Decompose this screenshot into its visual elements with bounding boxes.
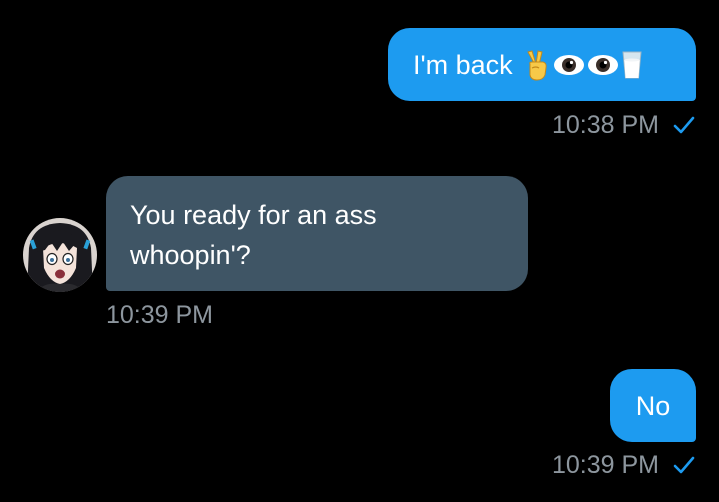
timestamp-text: 10:39 PM: [551, 451, 659, 479]
sent-check-icon: [673, 456, 695, 474]
victory-hand-icon: [526, 49, 547, 81]
eye-icon: [553, 54, 584, 75]
eye-icon: [587, 54, 618, 75]
message-timestamp: 10:39 PM: [106, 300, 213, 330]
incoming-message-bubble[interactable]: You ready for an ass whoopin'?: [106, 176, 528, 291]
glass-of-milk-icon: [622, 51, 642, 78]
message-timestamp: 10:38 PM: [552, 110, 695, 140]
message-text: I'm back: [413, 49, 513, 80]
outgoing-message-bubble[interactable]: No: [610, 369, 696, 442]
sent-check-icon: [673, 116, 695, 134]
message-timestamp: 10:39 PM: [552, 450, 695, 480]
outgoing-message-bubble[interactable]: I'm back: [388, 28, 696, 101]
timestamp-text: 10:39 PM: [106, 301, 214, 329]
message-text: No: [635, 390, 671, 421]
avatar[interactable]: [23, 218, 97, 292]
conversation-view: I'm back 10:38 PM You ready for an ass w…: [0, 0, 719, 502]
emoji-group: [523, 46, 645, 84]
message-text-line: whoopin'?: [130, 240, 251, 270]
avatar-anime-girl-icon: [23, 218, 97, 292]
message-text-line: You ready for an ass: [130, 200, 377, 230]
timestamp-text: 10:38 PM: [551, 111, 659, 139]
